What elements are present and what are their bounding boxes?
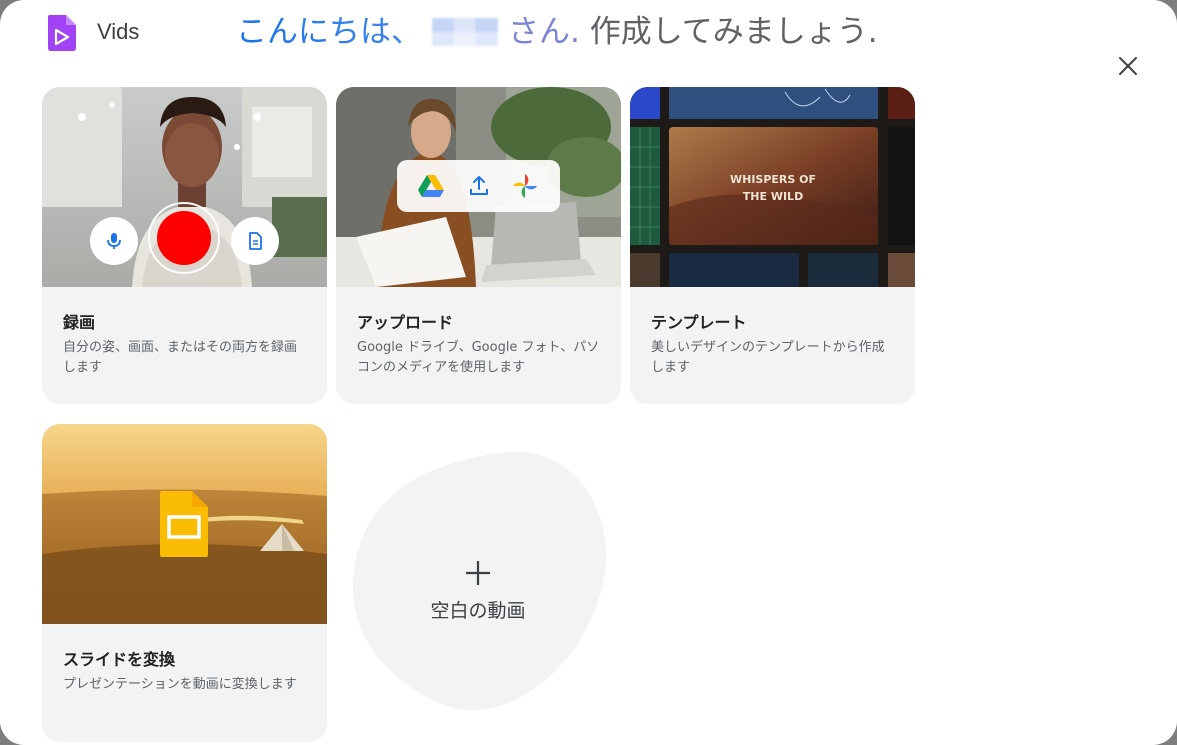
card-title: スライドを変換: [63, 650, 176, 669]
card-title: 録画: [63, 313, 96, 332]
blank-video-label: 空白の動画: [430, 600, 526, 622]
greeting-hello: こんにちは、: [236, 14, 422, 50]
close-icon: [1119, 57, 1137, 75]
upload-card[interactable]: アップロード Google ドライブ、Google フォト、パソコンのメディアを…: [336, 87, 621, 404]
greeting-honorific: さん.: [508, 14, 580, 50]
upload-icon[interactable]: [467, 174, 491, 198]
mic-button[interactable]: [90, 217, 138, 265]
record-icon: [157, 211, 211, 265]
transcript-button[interactable]: [231, 217, 279, 265]
card-title: アップロード: [357, 313, 454, 332]
card-description: 自分の姿、画面、またはその両方を録画します: [63, 340, 298, 375]
plus-icon: [466, 561, 490, 585]
record-card[interactable]: 録画 自分の姿、画面、またはその両方を録画します: [42, 87, 327, 404]
drive-icon[interactable]: [418, 175, 444, 197]
record-thumbnail: [42, 87, 327, 287]
slides-icon: [160, 491, 208, 557]
blank-video-button[interactable]: 空白の動画: [349, 431, 607, 731]
template-title-line1: WHISPERS OF: [730, 173, 816, 186]
upload-thumbnail: [336, 87, 621, 287]
record-button[interactable]: [148, 202, 220, 274]
slides-thumbnail: [42, 424, 327, 624]
greeting-heading: こんにちは、 さん. 作成してみましょう.: [236, 12, 878, 52]
app-name: Vids: [97, 19, 140, 44]
convert-slides-card[interactable]: スライドを変換 プレゼンテーションを動画に変換します: [42, 424, 327, 742]
card-description: Google ドライブ、Google フォト、パソコンのメディアを使用します: [357, 340, 600, 375]
template-thumbnail: WHISPERS OF THE WILD: [630, 87, 915, 287]
template-card[interactable]: WHISPERS OF THE WILD テンプレート 美しいデザインのテンプレ…: [630, 87, 915, 404]
card-description: プレゼンテーションを動画に変換します: [63, 677, 297, 692]
create-dialog: Vids こんにちは、 さん. 作成してみましょう. 録画 自分の姿、画面、また…: [0, 0, 1177, 745]
card-title: テンプレート: [651, 313, 747, 332]
photos-icon[interactable]: [511, 172, 539, 200]
upload-source-bar: [397, 160, 560, 212]
template-title-line2: THE WILD: [743, 190, 803, 203]
vids-logo-icon: [48, 15, 76, 51]
mic-icon: [107, 233, 121, 249]
transcript-icon: [249, 232, 262, 250]
greeting-prompt: 作成してみましょう.: [589, 14, 878, 50]
close-button[interactable]: [1112, 50, 1144, 82]
card-description: 美しいデザインのテンプレートから作成します: [651, 340, 885, 375]
user-name-redacted: [432, 18, 498, 46]
